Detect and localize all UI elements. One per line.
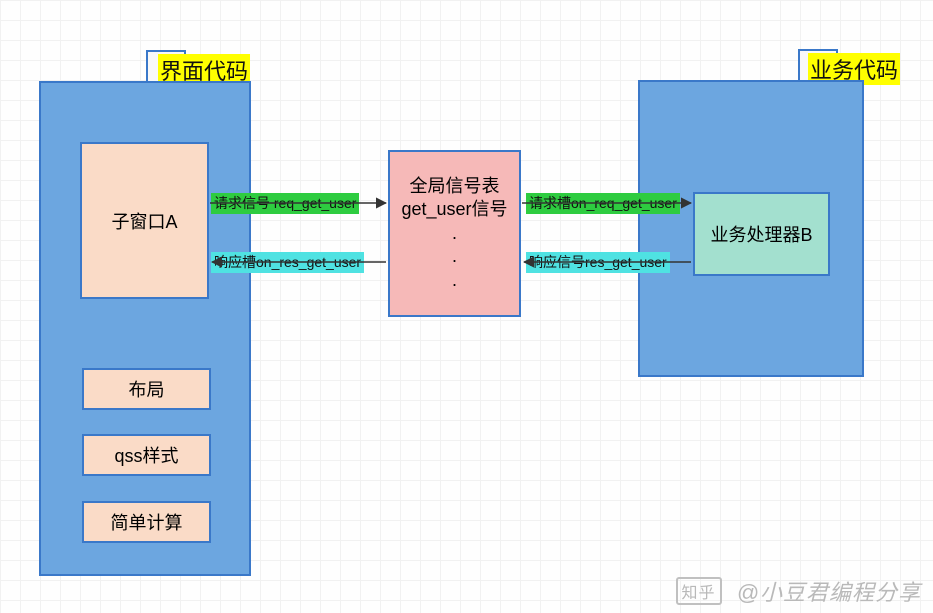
business-handler-b: 业务处理器B	[693, 192, 830, 276]
signal-table-title2: get_user信号	[401, 198, 507, 221]
child-window-a: 子窗口A	[80, 142, 209, 299]
sub-box-qss-label: qss样式	[114, 442, 178, 468]
label-request-signal: 请求信号 req_get_user	[211, 193, 359, 214]
sub-box-calc: 简单计算	[82, 501, 211, 543]
label-response-signal: 响应信号res_get_user	[526, 252, 670, 273]
sub-box-layout-label: 布局	[129, 376, 165, 402]
label-response-slot: 响应槽on_res_get_user	[211, 252, 364, 273]
watermark: 知乎 @小豆君编程分享	[676, 575, 921, 607]
signal-table-dot: .	[452, 269, 457, 292]
diagram-canvas: 界面代码 子窗口A 布局 qss样式 简单计算 业务代码 业务处理器B 全局信号…	[0, 0, 933, 613]
sub-box-calc-label: 简单计算	[111, 509, 183, 535]
watermark-site: 知乎	[676, 577, 722, 605]
signal-table-dot: .	[452, 245, 457, 268]
child-window-a-label: 子窗口A	[111, 208, 177, 234]
global-signal-table: 全局信号表 get_user信号 . . .	[388, 150, 521, 317]
business-handler-b-label: 业务处理器B	[710, 221, 812, 247]
watermark-author: @小豆君编程分享	[737, 580, 921, 605]
sub-box-qss: qss样式	[82, 434, 211, 476]
signal-table-title1: 全局信号表	[410, 175, 500, 198]
sub-box-layout: 布局	[82, 368, 211, 410]
label-request-slot: 请求槽on_req_get_user	[526, 193, 680, 214]
signal-table-dot: .	[452, 222, 457, 245]
